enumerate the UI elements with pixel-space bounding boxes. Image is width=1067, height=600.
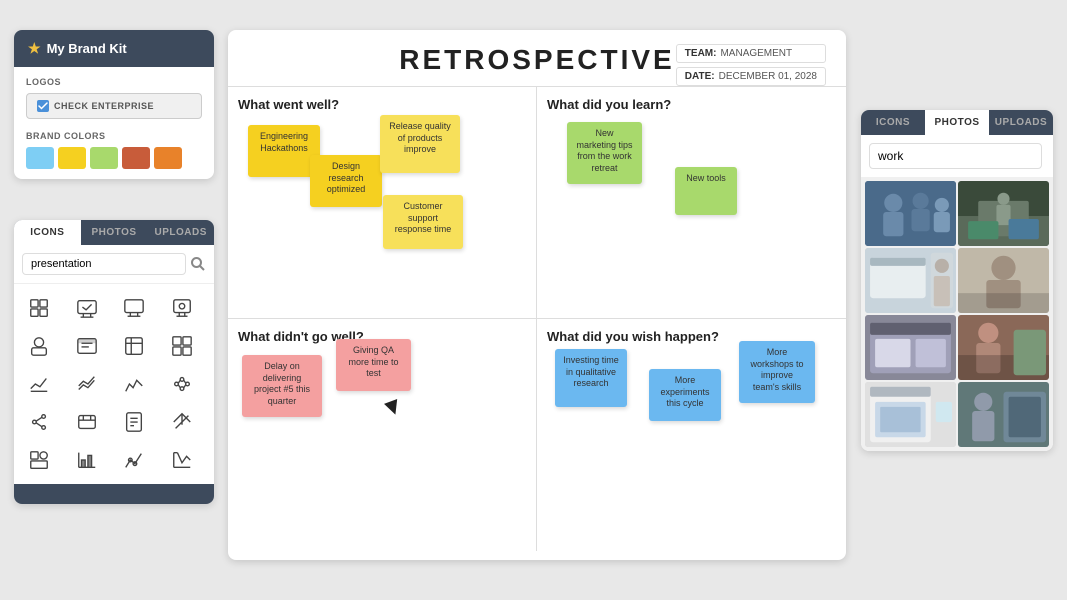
brand-colors-section: BRAND COLORS (26, 131, 202, 169)
icon-cell[interactable] (163, 290, 201, 326)
cursor-arrow (384, 399, 402, 417)
brand-kit-panel: ★ My Brand Kit LOGOS CHECK ENTERPRISE BR… (14, 30, 214, 179)
quadrant-went-well-title: What went well? (238, 97, 526, 112)
icon-cell[interactable] (163, 328, 201, 364)
quadrant-not-well: What didn't go well? Delay on delivering… (228, 319, 537, 551)
sticky-release[interactable]: Release quality of products improve (380, 115, 460, 173)
check-enterprise-label: CHECK ENTERPRISE (54, 101, 154, 111)
icon-cell[interactable] (20, 404, 58, 440)
icon-cell[interactable] (68, 366, 106, 402)
photo-thumb-5[interactable] (865, 315, 956, 380)
photo-thumb-3[interactable] (865, 248, 956, 313)
icon-search-area (14, 245, 214, 284)
icon-cell[interactable] (68, 328, 106, 364)
photo-thumb-2[interactable] (958, 181, 1049, 246)
photo-search-area (861, 135, 1053, 177)
check-enterprise-button[interactable]: CHECK ENTERPRISE (26, 93, 202, 119)
icon-panel-footer (14, 484, 214, 504)
team-label: TEAM: (685, 48, 717, 59)
sticky-workshops[interactable]: More workshops to improve team's skills (739, 341, 815, 403)
date-value: DECEMBER 01, 2028 (719, 71, 817, 82)
date-meta: DATE: DECEMBER 01, 2028 (676, 67, 826, 86)
photo-search-input[interactable] (869, 143, 1042, 169)
icon-search-input[interactable] (22, 253, 186, 275)
check-icon (37, 100, 49, 112)
photos-panel: ICONS PHOTOS UPLOADS (861, 110, 1053, 451)
brand-kit-body: LOGOS CHECK ENTERPRISE BRAND COLORS (14, 67, 214, 179)
color-swatch-red[interactable] (122, 147, 150, 169)
photo-thumb-6[interactable] (958, 315, 1049, 380)
quadrant-learned-title: What did you learn? (547, 97, 836, 112)
retro-meta: TEAM: MANAGEMENT DATE: DECEMBER 01, 2028 (676, 44, 826, 86)
brand-colors-label: BRAND COLORS (26, 131, 202, 141)
color-swatch-blue[interactable] (26, 147, 54, 169)
sticky-customer[interactable]: Customer support response time (383, 195, 463, 249)
icon-cell[interactable] (20, 366, 58, 402)
icon-cell[interactable] (115, 328, 153, 364)
icon-cell[interactable] (68, 404, 106, 440)
sticky-tools[interactable]: New tools (675, 167, 737, 215)
quadrant-wish: What did you wish happen? Investing time… (537, 319, 846, 551)
icon-cell[interactable] (20, 290, 58, 326)
retro-title: RETROSPECTIVE (399, 44, 674, 76)
color-swatch-green[interactable] (90, 147, 118, 169)
tab-icons[interactable]: ICONS (14, 220, 81, 245)
color-swatch-orange[interactable] (154, 147, 182, 169)
sticky-design[interactable]: Design research optimized (310, 155, 382, 207)
icon-panel-tabs: ICONS PHOTOS UPLOADS (14, 220, 214, 245)
tab-uploads[interactable]: UPLOADS (147, 220, 214, 245)
color-swatches (26, 147, 202, 169)
sticky-experiments[interactable]: More experiments this cycle (649, 369, 721, 421)
sticky-investing[interactable]: Investing time in qualitative research (555, 349, 627, 407)
sticky-marketing[interactable]: New marketing tips from the work retreat (567, 122, 642, 184)
retro-board: RETROSPECTIVE TEAM: MANAGEMENT DATE: DEC… (228, 30, 846, 560)
tab-photos-right[interactable]: PHOTOS (925, 110, 989, 135)
photo-thumb-8[interactable] (958, 382, 1049, 447)
icon-cell[interactable] (163, 442, 201, 478)
retro-header: RETROSPECTIVE TEAM: MANAGEMENT DATE: DEC… (228, 30, 846, 86)
star-icon: ★ (28, 40, 41, 57)
quadrant-went-well: What went well? Engineering Hackathons D… (228, 87, 537, 319)
sticky-qa[interactable]: Giving QA more time to test (336, 339, 411, 391)
retro-grid: What went well? Engineering Hackathons D… (228, 86, 846, 551)
icon-grid (14, 284, 214, 484)
icon-cell[interactable] (68, 290, 106, 326)
icon-cell[interactable] (115, 366, 153, 402)
color-swatch-yellow[interactable] (58, 147, 86, 169)
date-label: DATE: (685, 71, 715, 82)
brand-kit-header: ★ My Brand Kit (14, 30, 214, 67)
photo-thumb-7[interactable] (865, 382, 956, 447)
icon-cell[interactable] (115, 404, 153, 440)
icon-cell[interactable] (163, 366, 201, 402)
brand-kit-title: My Brand Kit (47, 41, 127, 56)
icon-cell[interactable] (20, 328, 58, 364)
logos-label: LOGOS (26, 77, 202, 87)
team-meta: TEAM: MANAGEMENT (676, 44, 826, 63)
icon-cell[interactable] (163, 404, 201, 440)
icon-cell[interactable] (68, 442, 106, 478)
tab-photos[interactable]: PHOTOS (81, 220, 148, 245)
tab-icons-right[interactable]: ICONS (861, 110, 925, 135)
quadrant-learned: What did you learn? New marketing tips f… (537, 87, 846, 319)
search-icon (190, 256, 206, 272)
photo-thumb-4[interactable] (958, 248, 1049, 313)
photo-grid (861, 177, 1053, 451)
icon-cell[interactable] (20, 442, 58, 478)
icon-cell[interactable] (115, 442, 153, 478)
tab-uploads-right[interactable]: UPLOADS (989, 110, 1053, 135)
sticky-delay[interactable]: Delay on delivering project #5 this quar… (242, 355, 322, 417)
photo-thumb-1[interactable] (865, 181, 956, 246)
photos-tabs: ICONS PHOTOS UPLOADS (861, 110, 1053, 135)
icon-cell[interactable] (115, 290, 153, 326)
icon-panel: ICONS PHOTOS UPLOADS (14, 220, 214, 504)
team-value: MANAGEMENT (720, 48, 792, 59)
